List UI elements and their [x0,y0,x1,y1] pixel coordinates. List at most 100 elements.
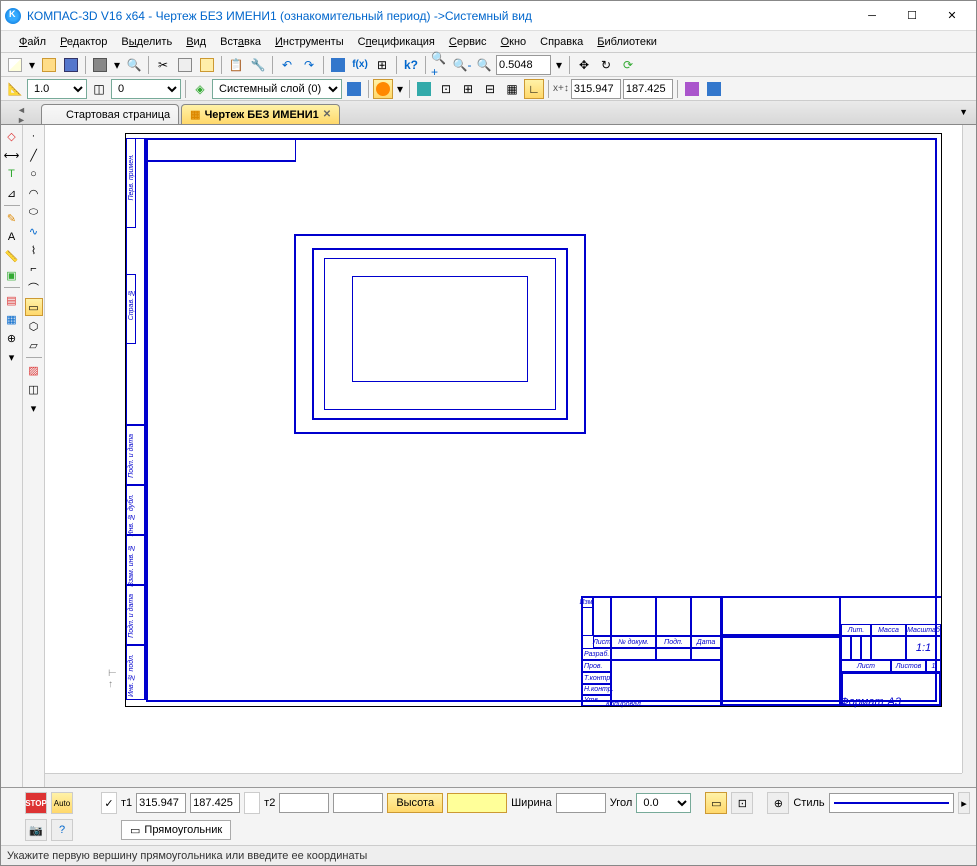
print-button[interactable] [90,55,110,75]
cp-reports[interactable]: ▦ [3,310,21,328]
tool-ellipse[interactable]: ⬭ [25,203,43,221]
refresh-button[interactable]: ⟳ [618,55,638,75]
drawing-canvas[interactable]: Перв. примен. Справ. № Подп. и дата Инв.… [45,125,976,787]
rect-mode2[interactable]: ⊡ [731,792,753,814]
grid-btn5[interactable]: ▦ [502,79,522,99]
menu-tools[interactable]: Инструменты [269,34,350,50]
tool-spline[interactable]: ∿ [25,222,43,240]
tool-bezier[interactable]: ⌇ [25,241,43,259]
maximize-button[interactable]: ☐ [892,2,932,30]
menu-libs[interactable]: Библиотеки [591,34,663,50]
grid-btn3[interactable]: ⊞ [458,79,478,99]
style-combo[interactable] [829,793,954,813]
height-input[interactable] [447,793,507,813]
cp-down[interactable]: ▾ [3,348,21,366]
properties-button[interactable]: 🔧 [248,55,268,75]
scale-dropdown[interactable]: ▾ [553,55,565,75]
coord-x-input[interactable] [571,79,621,99]
tab-scroll-arrows[interactable]: ◄► [17,105,26,125]
axis-btn[interactable]: ⊕ [767,792,789,814]
t1-y-input[interactable] [190,793,240,813]
tool-line[interactable]: ╱ [25,146,43,164]
fx-button[interactable]: f(x) [350,55,370,75]
new-dropdown[interactable]: ▾ [27,55,37,75]
close-button[interactable]: ✕ [932,2,972,30]
angle-combo[interactable]: 0.0 [636,793,691,813]
cp-select[interactable]: ▣ [3,266,21,284]
tool-polygon[interactable]: ⬡ [25,317,43,335]
zoom-combo[interactable]: 1.0 [27,79,87,99]
tabs-dropdown[interactable]: ▼ [959,107,968,117]
redo-button[interactable]: ↷ [299,55,319,75]
ortho-btn[interactable]: ∟ [524,79,544,99]
stop-button[interactable]: STOP [25,792,47,814]
cp-build[interactable]: ⊿ [3,184,21,202]
tab-drawing[interactable]: ▦ Чертеж БЕЗ ИМЕНИ1 ✕ [181,104,340,124]
cut-button[interactable]: ✂ [153,55,173,75]
tool-fillet[interactable]: ⌒ [25,279,43,297]
rect-mode1[interactable]: ▭ [705,792,727,814]
layer-combo[interactable]: Системный слой (0) [212,79,342,99]
scale-input[interactable] [496,55,551,75]
t2-x-input[interactable] [279,793,329,813]
camera-button[interactable]: 📷 [25,819,47,841]
paste-button[interactable] [197,55,217,75]
menu-edit[interactable]: Редактор [54,34,113,50]
snap-toggle[interactable] [373,79,393,99]
cp-notations[interactable]: T [3,165,21,183]
minimize-button[interactable]: ─ [852,2,892,30]
grid-btn1[interactable] [414,79,434,99]
zoom-out-button[interactable]: 🔍- [452,55,472,75]
cp-params[interactable]: A [3,228,21,246]
print-dropdown[interactable]: ▾ [112,55,122,75]
open-button[interactable] [39,55,59,75]
cp-geometry[interactable]: ◇ [3,127,21,145]
height-label-btn[interactable]: Высота [387,793,443,813]
menu-insert[interactable]: Вставка [214,34,267,50]
pan-button[interactable]: ✥ [574,55,594,75]
preview-button[interactable]: 🔍 [124,55,144,75]
t2-y-input[interactable] [333,793,383,813]
menu-window[interactable]: Окно [495,34,533,50]
t2-checkbox[interactable] [244,792,260,814]
zoom-fit-button[interactable]: 🔍 [474,55,494,75]
grid-btn2[interactable]: ⊡ [436,79,456,99]
tab-start-page[interactable]: Стартовая страница [41,104,179,124]
scrollbar-vertical[interactable] [962,125,976,773]
cp-edit[interactable]: ✎ [3,209,21,227]
copy-props-button[interactable]: 📋 [226,55,246,75]
tab-close-icon[interactable]: ✕ [323,109,331,120]
grid-btn4[interactable]: ⊟ [480,79,500,99]
scrollbar-horizontal[interactable] [45,773,962,787]
view-btn2[interactable]: ◫ [89,79,109,99]
tool-point[interactable]: · [25,127,43,145]
rotate-button[interactable]: ↻ [596,55,616,75]
vars-button[interactable]: ⊞ [372,55,392,75]
menu-spec[interactable]: Спецификация [352,34,441,50]
menu-select[interactable]: Выделить [115,34,178,50]
extra-btn2[interactable] [704,79,724,99]
coord-y-input[interactable] [623,79,673,99]
tool-chamfer[interactable]: ⌐ [25,260,43,278]
view-icon[interactable]: 📐 [5,79,25,99]
t1-checkbox[interactable]: ✓ [101,792,117,814]
extra-btn1[interactable] [682,79,702,99]
view-combo[interactable]: 0 [111,79,181,99]
tool-hatch[interactable]: ▨ [25,361,43,379]
zoom-in-button[interactable]: 🔍+ [430,55,450,75]
new-button[interactable] [5,55,25,75]
tool-extra[interactable]: ◫ [25,380,43,398]
prop-tab-rectangle[interactable]: ▭Прямоугольник [121,820,231,840]
help-panel-button[interactable]: ? [51,819,73,841]
menu-service[interactable]: Сервис [443,34,493,50]
auto-button[interactable]: Auto [51,792,73,814]
menu-file[interactable]: Файл [13,34,52,50]
tool-rectangle[interactable]: ▭ [25,298,43,316]
manager-button[interactable] [328,55,348,75]
undo-button[interactable]: ↶ [277,55,297,75]
tool-circle[interactable]: ○ [25,165,43,183]
style-dropdown[interactable]: ▸ [958,792,970,814]
t1-x-input[interactable] [136,793,186,813]
cp-spec[interactable]: ▤ [3,291,21,309]
tool-arc[interactable]: ◠ [25,184,43,202]
